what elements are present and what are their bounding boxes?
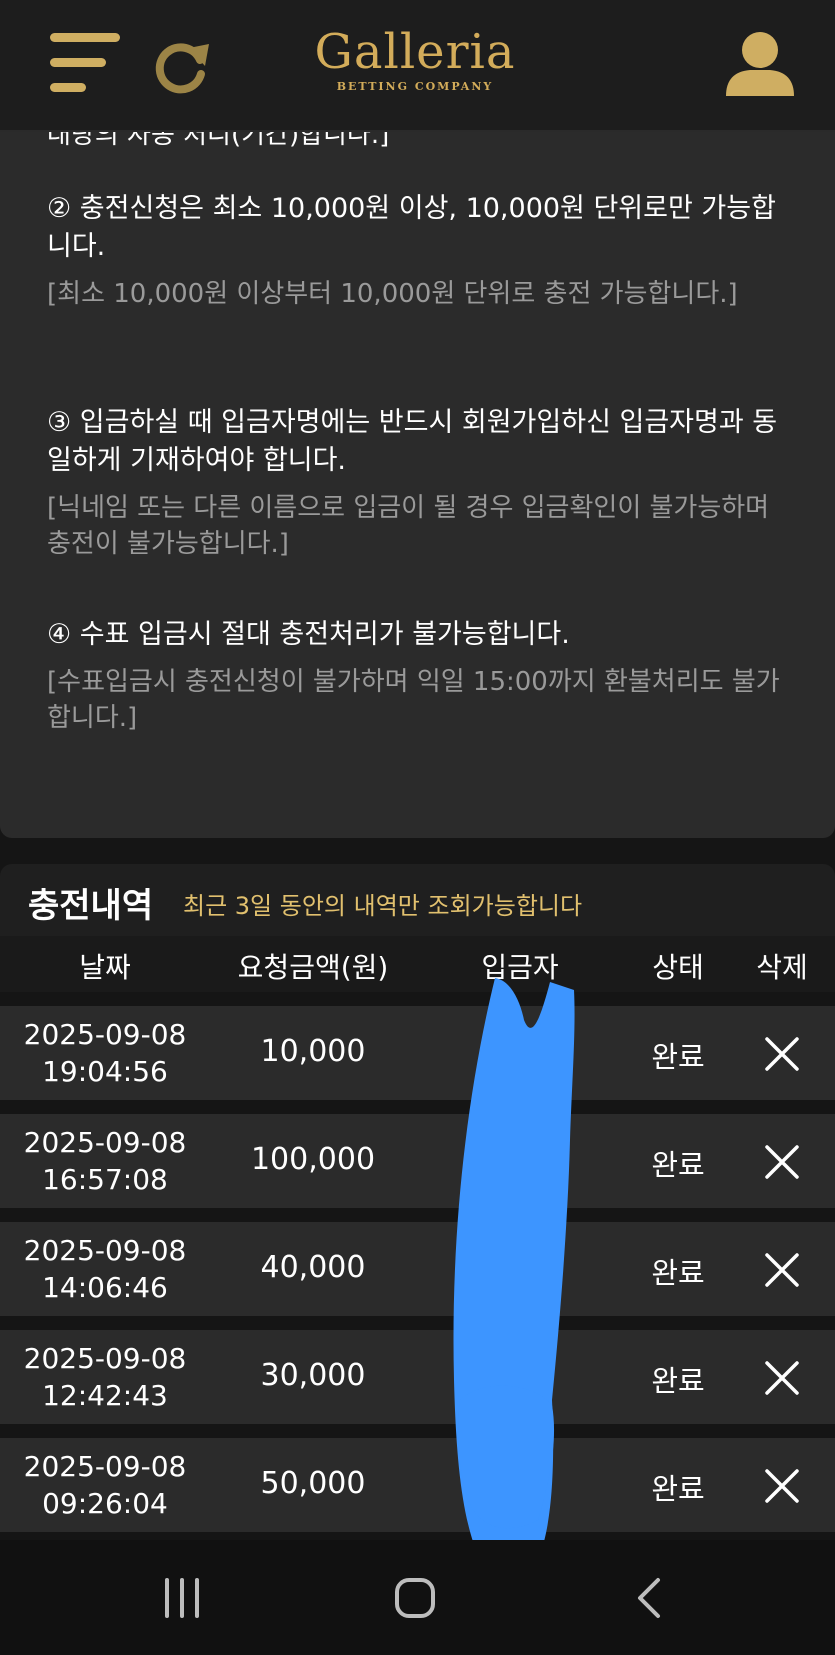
row-date: 2025-09-08: [23, 1018, 187, 1051]
notice-sub-text: [수표입금시 충전신청이 불가하며 익일 15:00까지 환불처리도 불가합니다…: [47, 667, 780, 733]
row-datetime: 2025-09-08 12:42:43: [0, 1340, 210, 1414]
row-datetime: 2025-09-08 09:26:04: [0, 1448, 210, 1522]
page: Galleria BETTING COMPANY 대량의 자동 처리(기간)합니…: [0, 0, 835, 1655]
menu-icon[interactable]: [50, 33, 122, 95]
row-date: 2025-09-08: [23, 1450, 187, 1483]
row-status: 완료: [651, 1256, 705, 1290]
row-time: 14:06:46: [42, 1271, 168, 1304]
row-time: 09:26:04: [42, 1487, 168, 1520]
home-icon[interactable]: [345, 1540, 485, 1655]
logo-sub-text: BETTING COMPANY: [336, 80, 494, 93]
recent-apps-icon[interactable]: [112, 1540, 252, 1655]
row-status: 완료: [651, 1364, 705, 1398]
refresh-icon[interactable]: [153, 36, 213, 96]
table-row: 2025-09-08 14:06:46 40,000 완료: [0, 1222, 835, 1316]
row-amount: 50,000: [260, 1466, 366, 1501]
notice-item: ④ 수표 입금시 절대 충전처리가 불가능합니다. [수표입금시 충전신청이 불…: [47, 616, 797, 736]
logo-main-text: Galleria: [314, 24, 516, 80]
table-header: 날짜 요청금액(원) 입금자 상태 삭제: [0, 936, 835, 992]
close-icon[interactable]: [764, 1036, 800, 1072]
column-date: 날짜: [79, 951, 131, 984]
back-icon[interactable]: [580, 1540, 720, 1655]
notice-sub-text: [최소 10,000원 이상부터 10,000원 단위로 충전 가능합니다.]: [47, 279, 738, 309]
redaction-scribble: [453, 978, 575, 1572]
row-date: 2025-09-08: [23, 1342, 187, 1375]
notice-main-text: ③ 입금하실 때 입금자명에는 반드시 회원가입하신 입금자명과 동일하게 기재…: [47, 407, 778, 476]
column-amount: 요청금액(원): [237, 951, 389, 984]
table-row: 2025-09-08 16:57:08 100,000 완료: [0, 1114, 835, 1208]
column-status: 상태: [652, 951, 704, 984]
notice-main-text: ② 충전신청은 최소 10,000원 이상, 10,000원 단위로만 가능합니…: [47, 193, 776, 262]
table-row: 2025-09-08 12:42:43 30,000 완료: [0, 1330, 835, 1424]
notice-main-text: ④ 수표 입금시 절대 충전처리가 불가능합니다.: [47, 619, 570, 650]
app-header: Galleria BETTING COMPANY: [0, 0, 835, 132]
notice-item: ② 충전신청은 최소 10,000원 이상, 10,000원 단위로만 가능합니…: [47, 190, 797, 312]
row-datetime: 2025-09-08 19:04:56: [0, 1016, 210, 1090]
notice-item: ③ 입금하실 때 입금자명에는 반드시 회원가입하신 입금자명과 동일하게 기재…: [47, 404, 797, 562]
row-status: 완료: [651, 1040, 705, 1074]
close-icon[interactable]: [764, 1360, 800, 1396]
close-icon[interactable]: [764, 1468, 800, 1504]
row-amount: 100,000: [250, 1142, 376, 1177]
close-icon[interactable]: [764, 1144, 800, 1180]
notice-panel: 대량의 자동 처리(기간)합니다.] ② 충전신청은 최소 10,000원 이상…: [0, 132, 835, 838]
row-amount: 30,000: [260, 1358, 366, 1393]
row-time: 12:42:43: [42, 1379, 168, 1412]
history-header: 충전내역 최근 3일 동안의 내역만 조회가능합니다: [0, 864, 835, 936]
notice-sub-text: [닉네임 또는 다른 이름으로 입금이 될 경우 입금확인이 불가능하며 충전이…: [47, 493, 770, 559]
column-delete: 삭제: [756, 951, 808, 984]
system-nav-bar: [0, 1540, 835, 1655]
history-title: 충전내역: [28, 886, 154, 926]
row-status: 완료: [651, 1148, 705, 1182]
user-icon[interactable]: [724, 28, 796, 100]
row-date: 2025-09-08: [23, 1234, 187, 1267]
brand-logo[interactable]: Galleria BETTING COMPANY: [290, 24, 540, 94]
notice-cut-line: 대량의 자동 처리(기간)합니다.]: [47, 132, 390, 150]
close-icon[interactable]: [764, 1252, 800, 1288]
table-row: 2025-09-08 09:26:04 50,000 완료: [0, 1438, 835, 1532]
row-time: 16:57:08: [42, 1163, 168, 1196]
row-amount: 40,000: [260, 1250, 366, 1285]
history-note: 최근 3일 동안의 내역만 조회가능합니다: [183, 892, 583, 920]
row-amount: 10,000: [260, 1034, 366, 1069]
table-row: 2025-09-08 19:04:56 10,000 완료: [0, 1006, 835, 1100]
row-datetime: 2025-09-08 16:57:08: [0, 1124, 210, 1198]
row-time: 19:04:56: [42, 1055, 168, 1088]
row-datetime: 2025-09-08 14:06:46: [0, 1232, 210, 1306]
row-date: 2025-09-08: [23, 1126, 187, 1159]
row-status: 완료: [651, 1472, 705, 1506]
